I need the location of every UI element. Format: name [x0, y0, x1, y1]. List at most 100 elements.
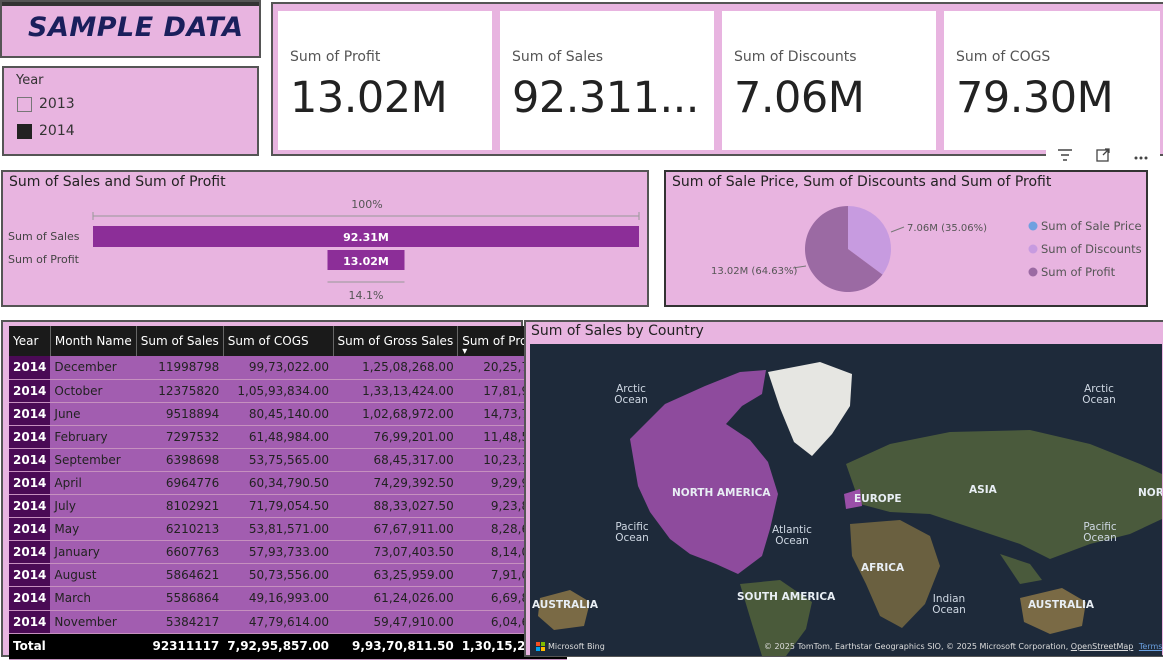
north-america-region[interactable] [630, 370, 778, 574]
table-cell: 80,45,140.00 [223, 402, 334, 426]
visual-header-toolbar [1046, 145, 1160, 169]
more-options-icon[interactable] [1133, 149, 1149, 165]
kpi-label: Sum of COGS [956, 49, 1051, 65]
funnel-bar-value-label: 13.02M [343, 255, 389, 268]
table-cell: August [50, 563, 137, 588]
table-row[interactable]: 2014 December 11998798 99,73,022.00 1,25,08,… [9, 356, 568, 380]
map-panel: Sum of Sales by Country Arctic Ocean Arc… [524, 320, 1163, 657]
map-label-asia: ASIA [969, 484, 997, 496]
table-cell: 71,79,054.50 [223, 494, 334, 519]
column-header-gross-sales[interactable]: Sum of Gross Sales [333, 326, 459, 356]
table-cell: March [50, 586, 137, 611]
table-row[interactable]: 2014 April 6964776 60,34,790.50 74,29,392.50… [9, 471, 568, 496]
column-header-month[interactable]: Month Name [50, 326, 137, 356]
pie-data-label-discounts: 7.06M (35.06%) [907, 223, 987, 234]
kpi-card-cogs[interactable]: Sum of COGS 79.30M [944, 11, 1160, 150]
pie-chart-svg: 7.06M (35.06%) 13.02M (64.63%) Sum of Sa… [711, 206, 1142, 292]
table-row[interactable]: 2014July810292171,79,054.5088,33,027.509… [9, 494, 568, 519]
kpi-card-profit[interactable]: Sum of Profit 13.02M [278, 11, 492, 150]
sales-by-country-map[interactable]: Arctic Ocean Arctic Ocean NORTH AMERICA … [530, 344, 1162, 656]
table-cell: December [50, 356, 137, 380]
table-row[interactable]: 2014 February 7297532 61,48,984.00 76,99,201… [9, 425, 568, 449]
kpi-card-discounts[interactable]: Sum of Discounts 7.06M [722, 11, 936, 150]
table-row[interactable]: 2014May621021353,81,571.0067,67,911.008,… [9, 517, 568, 542]
africa-landmass [850, 520, 940, 628]
table-row[interactable]: 2014 October 12375820 1,05,93,834.00 1,33,13… [9, 379, 568, 403]
table-row[interactable]: 2014 January 6607763 57,93,733.00 73,07,403.… [9, 540, 568, 565]
map-label-south-america: SOUTH AMERICA [737, 591, 836, 603]
table-cell: November [50, 610, 137, 634]
table-cell: April [50, 471, 137, 496]
table-cell: 2014 [9, 379, 51, 403]
funnel-chart-svg: 100% Sum of Sales Sum of Profit 92.31M 1… [8, 198, 640, 302]
table-row[interactable]: 2014 September 6398698 53,75,565.00 68,45,31… [9, 448, 568, 472]
slicer-option-label: 2013 [39, 96, 75, 112]
visual-title: Sum of Sales by Country [531, 323, 704, 339]
map-label-north-america: NORTH AMERICA [672, 487, 771, 499]
table-cell: 1,05,93,834.00 [223, 379, 334, 403]
table-row[interactable]: 2014 June 9518894 80,45,140.00 1,02,68,972.0… [9, 402, 568, 426]
pie-leader-line [890, 226, 905, 233]
bing-logo: Microsoft Bing [536, 642, 605, 651]
slicer-option-2014[interactable]: 2014 [17, 123, 75, 139]
funnel-category-label: Sum of Sales [8, 230, 80, 243]
table-cell: June [50, 402, 137, 426]
legend-label[interactable]: Sum of Profit [1041, 265, 1116, 279]
column-header-year[interactable]: Year [9, 326, 51, 356]
map-label-australia: AUSTRALIA [1028, 599, 1094, 611]
map-label-text: Pacific Ocean [615, 521, 649, 544]
table-cell: 68,45,317.00 [333, 448, 458, 472]
column-header-cogs[interactable]: Sum of COGS [223, 326, 334, 356]
attribution-text: © 2025 TomTom, Earthstar Geographics SIO… [764, 642, 1069, 651]
total-cell: Total [9, 633, 51, 660]
table-cell: January [50, 540, 137, 565]
report-title-box: SAMPLE DATA [0, 0, 261, 58]
checkbox-unchecked-icon[interactable] [17, 96, 32, 112]
table-cell: 57,93,733.00 [223, 540, 334, 565]
table-cell: 88,33,027.50 [333, 494, 458, 519]
kpi-strip: Sum of Profit 13.02M Sum of Sales 92.311… [271, 2, 1163, 156]
table-row[interactable]: 2014 August 5864621 50,73,556.00 63,25,959.0… [9, 563, 568, 588]
map-label-africa: AFRICA [861, 562, 905, 574]
table-cell: 2014 [9, 610, 51, 634]
slicer-option-2013[interactable]: 2013 [17, 96, 75, 112]
table-cell: 47,79,614.00 [223, 610, 334, 634]
column-header-sales[interactable]: Sum of Sales [136, 326, 224, 356]
map-footer: Microsoft Bing © 2025 TomTom, Earthstar … [530, 638, 1162, 656]
funnel-bar-value-label: 92.31M [343, 231, 389, 244]
table-cell: 76,99,201.00 [333, 425, 458, 449]
table-row[interactable]: 2014 March 5586864 49,16,993.00 61,24,026.00… [9, 586, 568, 611]
focus-mode-icon[interactable] [1095, 147, 1111, 167]
map-label-pacific-ocean: Pacific Ocean [1082, 522, 1118, 544]
table-cell: 1,33,13,424.00 [333, 379, 458, 403]
table-cell: 2014 [9, 563, 51, 588]
legend-label[interactable]: Sum of Sale Price [1041, 219, 1142, 233]
table-cell: 50,73,556.00 [223, 563, 334, 588]
pie-chart-panel[interactable]: Sum of Sale Price, Sum of Discounts and … [664, 170, 1148, 307]
sort-descending-icon[interactable]: ▾ [462, 346, 467, 357]
kpi-card-sales[interactable]: Sum of Sales 92.311... [500, 11, 714, 150]
filter-icon[interactable] [1057, 148, 1073, 166]
title-top-bar [2, 2, 259, 6]
map-attribution: © 2025 TomTom, Earthstar Geographics SIO… [764, 642, 1162, 651]
slicer-option-label: 2014 [39, 123, 75, 139]
terms-link[interactable]: Terms [1139, 642, 1162, 651]
table-cell: October [50, 379, 137, 403]
checkbox-checked-icon[interactable] [17, 123, 32, 139]
openstreetmap-link[interactable]: OpenStreetMap [1071, 642, 1134, 651]
table-cell: 6398698 [136, 448, 224, 472]
funnel-category-label: Sum of Profit [8, 253, 80, 266]
table-cell: 49,16,993.00 [223, 586, 334, 611]
table-cell: July [50, 494, 137, 519]
pie-data-label-profit: 13.02M (64.63%) [711, 266, 797, 277]
table-cell: 1,02,68,972.00 [333, 402, 458, 426]
sales-profit-funnel-chart[interactable]: Sum of Sales and Sum of Profit 100% Sum … [1, 170, 649, 307]
table-cell: 99,73,022.00 [223, 356, 334, 380]
legend-dot-sale-price [1028, 221, 1038, 231]
table-row[interactable]: 2014 November 5384217 47,79,614.00 59,47,910… [9, 610, 568, 634]
total-cell [50, 633, 137, 660]
map-label-atlantic-ocean: Atlantic Ocean [772, 525, 812, 547]
data-table[interactable]: Year Month Name Sum of Sales Sum of COGS… [9, 326, 568, 660]
table-cell: 63,25,959.00 [333, 563, 458, 588]
legend-label[interactable]: Sum of Discounts [1041, 242, 1142, 256]
